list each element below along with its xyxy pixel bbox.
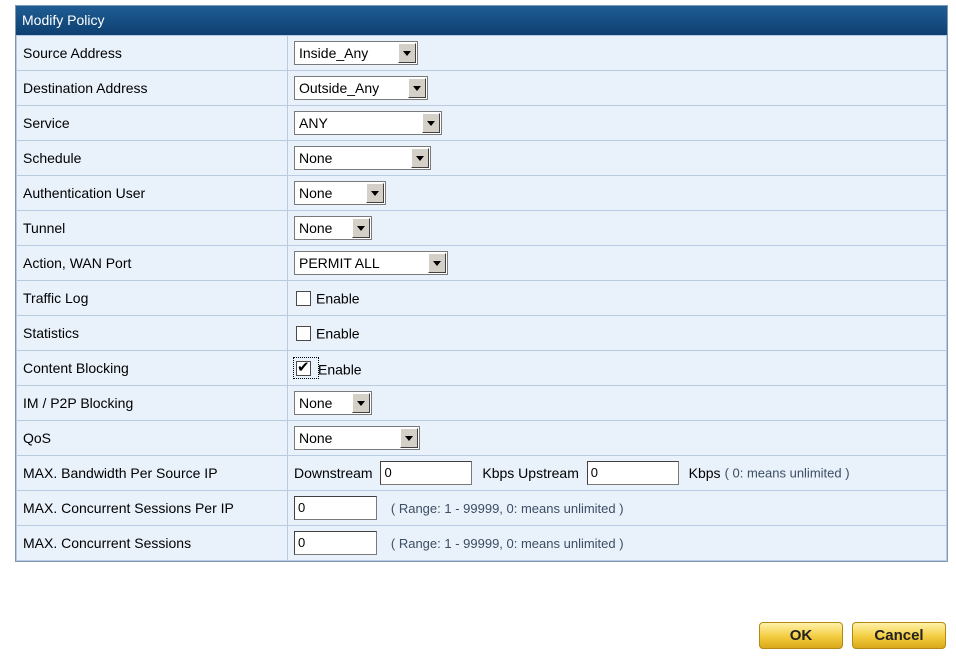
chevron-down-icon[interactable] [408, 78, 426, 98]
qos-label: QoS [16, 420, 288, 456]
row-destination-address: Destination Address Outside_Any [16, 70, 947, 106]
row-schedule: Schedule None [16, 140, 947, 176]
modify-policy-panel: Modify Policy Source Address Inside_Any … [15, 5, 948, 562]
row-traffic-log: Traffic Log Enable [16, 280, 947, 316]
statistics-checkbox[interactable] [296, 326, 311, 342]
source-address-label: Source Address [16, 35, 288, 71]
downstream-label: Downstream [294, 465, 373, 481]
downstream-input[interactable]: 0 [380, 461, 473, 485]
service-label: Service [16, 105, 288, 141]
row-qos: QoS None [16, 420, 947, 456]
statistics-enable-label: Enable [316, 325, 360, 342]
max-sessions-per-ip-hint: ( Range: 1 - 99999, 0: means unlimited ) [390, 500, 624, 516]
chevron-down-icon[interactable] [352, 393, 370, 413]
chevron-down-icon[interactable] [422, 113, 440, 133]
tunnel-select[interactable]: None [294, 216, 372, 240]
content-blocking-label: Content Blocking [16, 350, 288, 386]
action-wan-port-select[interactable]: PERMIT ALL [294, 251, 448, 275]
tunnel-label: Tunnel [16, 210, 288, 246]
button-row: OK Cancel [759, 622, 946, 649]
row-source-address: Source Address Inside_Any [16, 35, 947, 71]
im-p2p-blocking-label: IM / P2P Blocking [16, 385, 288, 421]
max-sessions-label: MAX. Concurrent Sessions [16, 525, 288, 561]
destination-address-label: Destination Address [16, 70, 288, 106]
traffic-log-enable-label: Enable [316, 290, 360, 307]
row-tunnel: Tunnel None [16, 210, 947, 246]
row-max-sessions-per-ip: MAX. Concurrent Sessions Per IP 0 ( Rang… [16, 490, 947, 526]
max-sessions-input[interactable]: 0 [294, 531, 377, 555]
content-blocking-checkbox[interactable] [296, 358, 311, 377]
statistics-label: Statistics [16, 315, 288, 351]
schedule-select[interactable]: None [294, 146, 431, 170]
row-max-sessions: MAX. Concurrent Sessions 0 ( Range: 1 - … [16, 525, 947, 561]
kbps-unit-label: Kbps [688, 465, 721, 481]
traffic-log-checkbox[interactable] [296, 291, 311, 307]
authentication-user-label: Authentication User [16, 175, 288, 211]
action-wan-port-label: Action, WAN Port [16, 245, 288, 281]
ok-button[interactable]: OK [759, 622, 843, 649]
max-sessions-hint: ( Range: 1 - 99999, 0: means unlimited ) [390, 535, 624, 551]
upstream-input[interactable]: 0 [586, 461, 679, 485]
chevron-down-icon[interactable] [411, 148, 429, 168]
chevron-down-icon[interactable] [428, 253, 446, 273]
authentication-user-select[interactable]: None [294, 181, 386, 205]
chevron-down-icon[interactable] [352, 218, 370, 238]
chevron-down-icon[interactable] [398, 43, 416, 63]
policy-form-table: Source Address Inside_Any Destination Ad… [16, 35, 947, 561]
row-service: Service ANY [16, 105, 947, 141]
chevron-down-icon[interactable] [400, 428, 418, 448]
bandwidth-hint: ( 0: means unlimited ) [724, 465, 850, 481]
max-bandwidth-label: MAX. Bandwidth Per Source IP [16, 455, 288, 491]
row-statistics: Statistics Enable [16, 315, 947, 351]
service-select[interactable]: ANY [294, 111, 442, 135]
row-action-wan-port: Action, WAN Port PERMIT ALL [16, 245, 947, 281]
row-max-bandwidth: MAX. Bandwidth Per Source IP Downstream … [16, 455, 947, 491]
max-sessions-per-ip-input[interactable]: 0 [294, 496, 377, 520]
schedule-label: Schedule [16, 140, 288, 176]
row-content-blocking: Content Blocking Enable [16, 350, 947, 386]
cancel-button[interactable]: Cancel [852, 622, 946, 649]
max-sessions-per-ip-label: MAX. Concurrent Sessions Per IP [16, 490, 288, 526]
chevron-down-icon[interactable] [366, 183, 384, 203]
qos-select[interactable]: None [294, 426, 420, 450]
row-authentication-user: Authentication User None [16, 175, 947, 211]
content-blocking-enable-label: Enable [318, 360, 362, 377]
panel-title: Modify Policy [16, 6, 947, 35]
im-p2p-blocking-select[interactable]: None [294, 391, 372, 415]
destination-address-select[interactable]: Outside_Any [294, 76, 428, 100]
upstream-label: Kbps Upstream [482, 465, 579, 481]
source-address-select[interactable]: Inside_Any [294, 41, 418, 65]
traffic-log-label: Traffic Log [16, 280, 288, 316]
row-im-p2p-blocking: IM / P2P Blocking None [16, 385, 947, 421]
